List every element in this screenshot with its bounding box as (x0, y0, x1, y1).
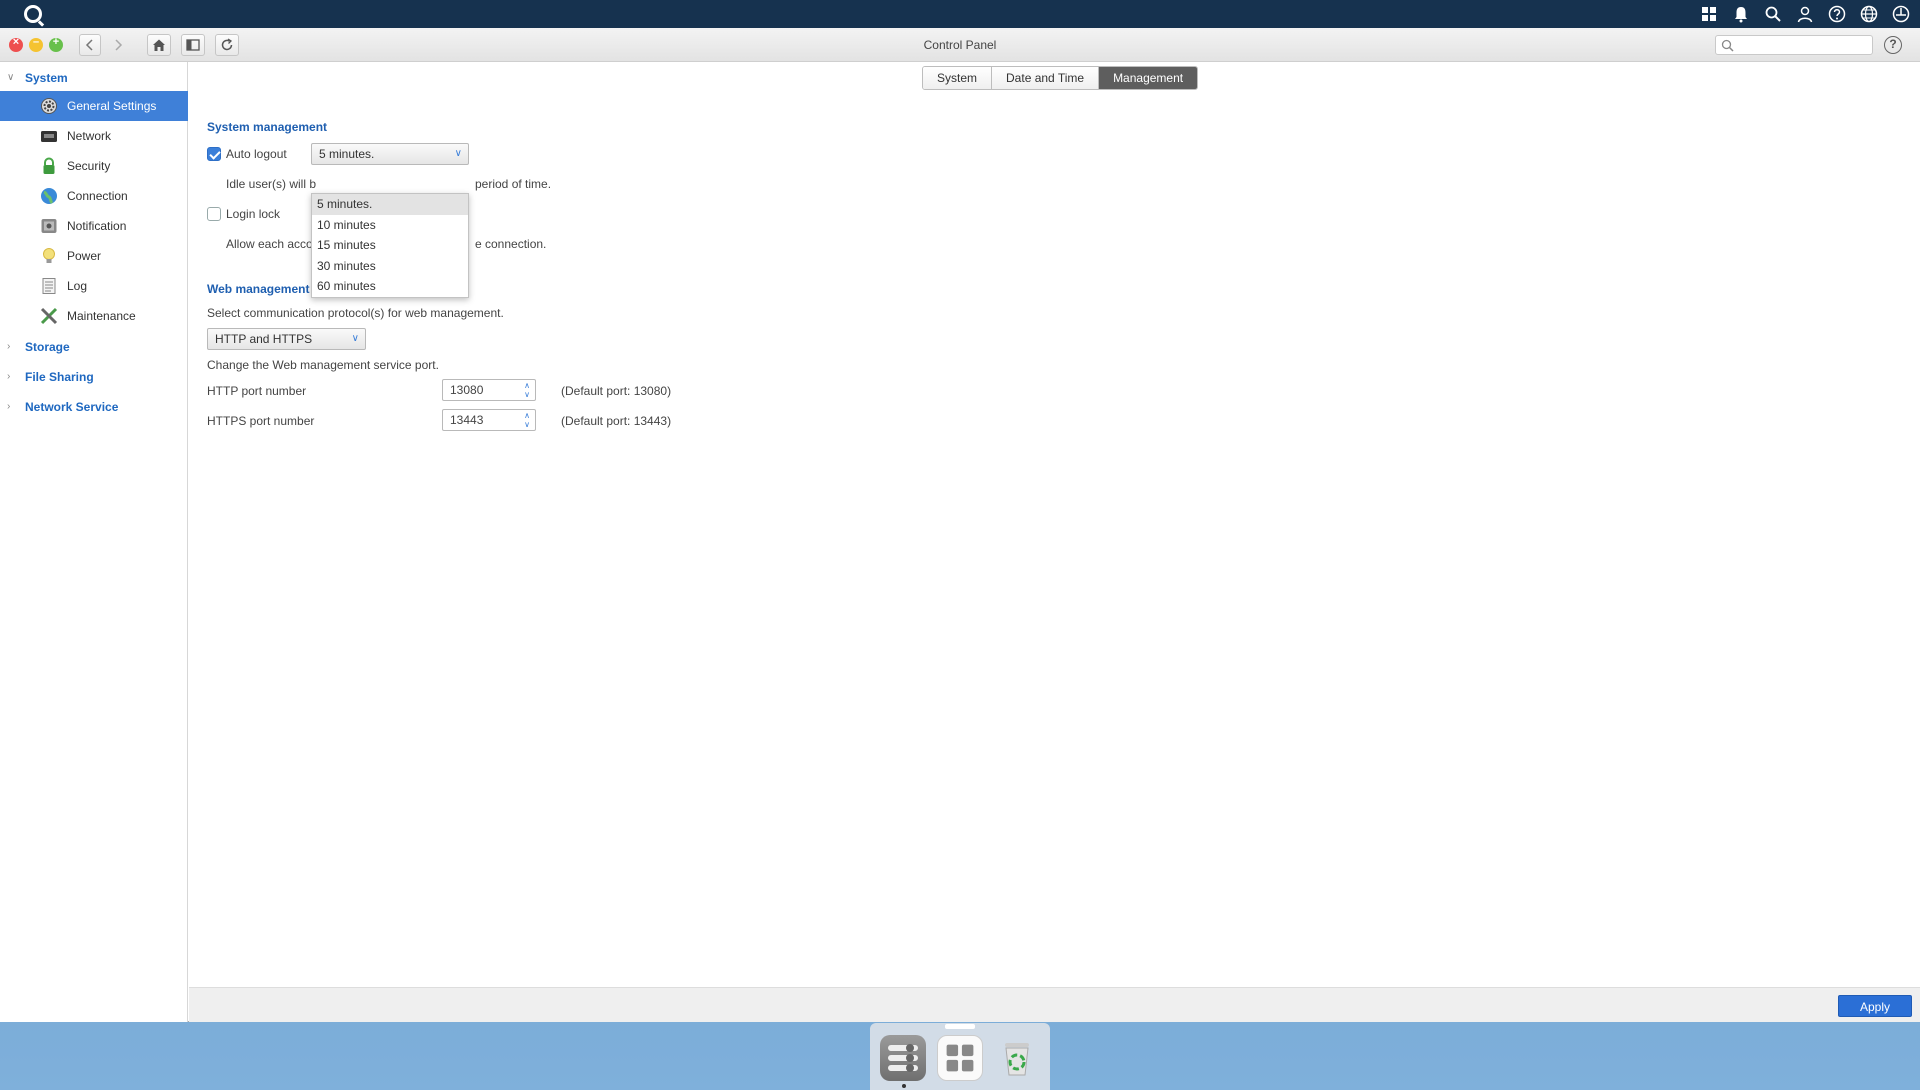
running-indicator-dot (902, 1084, 906, 1088)
dropdown-option[interactable]: 15 minutes (312, 235, 468, 256)
http-port-input[interactable]: 13080 ∧ ∨ (442, 379, 536, 401)
sidebar: ∨ System General Settings Network Securi… (0, 62, 188, 1022)
gear-icon (40, 97, 58, 115)
auto-logout-description-right: period of time. (475, 177, 552, 191)
dropdown-option[interactable]: 10 minutes (312, 215, 468, 236)
refresh-button[interactable] (215, 34, 239, 56)
close-icon: × (12, 36, 20, 48)
window-footer: Apply (189, 987, 1920, 1022)
management-content: System management Auto logout 5 minutes.… (189, 92, 1920, 987)
sidebar-item-notification[interactable]: Notification (0, 211, 188, 241)
app-center-dock-icon[interactable] (937, 1035, 983, 1081)
tools-icon (40, 307, 58, 325)
http-port-label: HTTP port number (207, 384, 307, 398)
auto-logout-dropdown-list: 5 minutes. 10 minutes 15 minutes 30 minu… (311, 193, 469, 298)
lock-icon (40, 157, 58, 175)
control-panel-dock-icon[interactable] (880, 1035, 926, 1081)
control-panel-window: × – + Control Panel ? ∨ System General S… (0, 28, 1920, 1022)
home-button[interactable] (147, 34, 171, 56)
chevron-down-icon: ∨ (7, 72, 15, 83)
auto-logout-description-left: Idle user(s) will b (226, 177, 317, 191)
dropdown-option[interactable]: 60 minutes (312, 276, 468, 297)
protocol-select[interactable]: HTTP and HTTPS ∨ (207, 328, 366, 350)
tab-system[interactable]: System (923, 67, 993, 89)
window-title-bar: × – + Control Panel ? (0, 28, 1920, 62)
chevron-left-icon (85, 39, 93, 51)
log-icon (40, 277, 58, 295)
spinner-arrows-icon[interactable]: ∧ ∨ (524, 381, 530, 399)
chevron-right-icon: › (7, 371, 11, 382)
dropdown-option[interactable]: 5 minutes. (312, 194, 468, 215)
https-default-port: (Default port: 13443) (561, 414, 672, 428)
sidebar-group-system[interactable]: ∨ System (0, 66, 188, 90)
port-description: Change the Web management service port. (207, 358, 439, 372)
window-title: Control Panel (923, 38, 997, 52)
sidebar-item-log[interactable]: Log (0, 271, 188, 301)
sidebar-item-network[interactable]: Network (0, 121, 188, 151)
tab-management[interactable]: Management (1099, 67, 1198, 89)
forward-button[interactable] (107, 34, 129, 56)
app-grid-icon[interactable] (1698, 3, 1720, 25)
sidebar-item-connection[interactable]: Connection (0, 181, 188, 211)
dock (870, 1023, 1050, 1090)
sidebar-icon (186, 39, 200, 51)
dashboard-icon[interactable] (1890, 3, 1912, 25)
globe-icon (40, 187, 58, 205)
auto-logout-checkbox[interactable] (207, 147, 221, 161)
login-lock-label: Login lock (226, 207, 281, 221)
dropdown-option[interactable]: 30 minutes (312, 256, 468, 277)
apply-button[interactable]: Apply (1838, 995, 1912, 1017)
https-port-label: HTTPS port number (207, 414, 315, 428)
qnap-logo-icon[interactable] (24, 5, 42, 23)
chevron-right-icon: › (7, 341, 11, 352)
system-management-title: System management (207, 120, 328, 134)
search-input[interactable] (1715, 35, 1873, 55)
refresh-icon (221, 38, 233, 51)
search-icon[interactable] (1762, 3, 1784, 25)
sidebar-item-security[interactable]: Security (0, 151, 188, 181)
notification-icon (40, 217, 58, 235)
chevron-down-icon: ∨ (351, 333, 359, 344)
close-window-button[interactable]: × (9, 36, 23, 52)
sidebar-item-maintenance[interactable]: Maintenance (0, 301, 188, 331)
login-lock-description-left: Allow each accou (226, 237, 320, 251)
spinner-arrows-icon[interactable]: ∧ ∨ (524, 411, 530, 429)
minimize-window-button[interactable]: – (29, 36, 43, 52)
home-icon (153, 39, 165, 51)
window-help-button[interactable]: ? (1884, 36, 1902, 54)
auto-logout-label: Auto logout (226, 147, 287, 161)
tab-bar: System Date and Time Management (922, 66, 1199, 90)
search-icon (1721, 39, 1734, 52)
login-lock-checkbox[interactable] (207, 207, 221, 221)
bulb-icon (40, 247, 58, 265)
user-icon[interactable] (1794, 3, 1816, 25)
http-default-port: (Default port: 13080) (561, 384, 672, 398)
dock-handle[interactable] (945, 1024, 975, 1029)
sidebar-item-general-settings[interactable]: General Settings (0, 91, 188, 121)
help-icon[interactable] (1826, 3, 1848, 25)
tab-date-and-time[interactable]: Date and Time (992, 67, 1100, 89)
sidebar-group-network-service[interactable]: › Network Service (0, 395, 188, 419)
desktop-top-bar (0, 0, 1920, 28)
maximize-icon: + (52, 36, 60, 48)
network-icon (40, 127, 58, 145)
back-button[interactable] (79, 34, 101, 56)
toggle-sidebar-button[interactable] (181, 34, 205, 56)
protocol-description: Select communication protocol(s) for web… (207, 306, 504, 320)
https-port-input[interactable]: 13443 ∧ ∨ (442, 409, 536, 431)
minimize-icon: – (32, 36, 40, 48)
language-globe-icon[interactable] (1858, 3, 1880, 25)
login-lock-description-right: e connection. (475, 237, 547, 251)
sidebar-item-power[interactable]: Power (0, 241, 188, 271)
sidebar-group-file-sharing[interactable]: › File Sharing (0, 365, 188, 389)
chevron-right-icon: › (7, 401, 11, 412)
chevron-down-icon: ∨ (454, 148, 462, 159)
sidebar-group-storage[interactable]: › Storage (0, 335, 188, 359)
bell-icon[interactable] (1730, 3, 1752, 25)
chevron-right-icon (115, 39, 123, 51)
auto-logout-select[interactable]: 5 minutes. ∨ (311, 143, 469, 165)
recycle-bin-dock-icon[interactable] (994, 1035, 1040, 1081)
maximize-window-button[interactable]: + (49, 36, 63, 52)
